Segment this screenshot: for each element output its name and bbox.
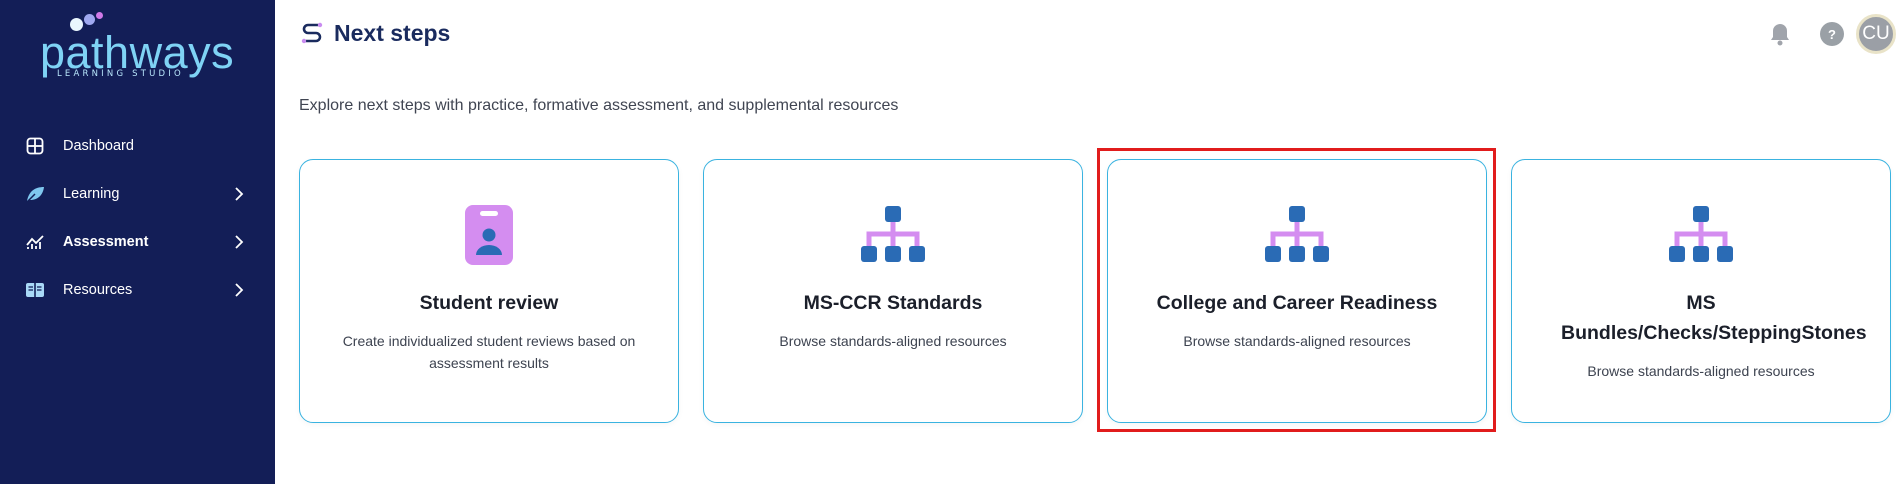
- path-steps-icon: [301, 22, 323, 44]
- chevron-right-icon: [235, 235, 244, 249]
- sidebar-item-label: Learning: [63, 186, 120, 202]
- page-header: Next steps: [300, 0, 450, 66]
- header-actions: ? CU: [1766, 14, 1904, 54]
- card-description: Browse standards-aligned resources: [1587, 363, 1815, 379]
- sidebar: pathways LEARNING STUDIO Dashboard Learn…: [0, 0, 275, 484]
- bell-icon[interactable]: [1766, 20, 1794, 48]
- help-button[interactable]: ?: [1820, 22, 1844, 46]
- main-content: Next steps ? CU Explore next steps with …: [275, 0, 1904, 484]
- card-student-review[interactable]: Student review Create individualized stu…: [299, 159, 679, 423]
- card-description: Create individualized student reviews ba…: [342, 333, 636, 371]
- card-title: Student review: [419, 292, 559, 314]
- sidebar-item-label: Resources: [63, 282, 133, 298]
- logo-subtext: LEARNING STUDIO: [57, 69, 184, 79]
- sidebar-item-learning[interactable]: Learning: [0, 170, 275, 218]
- hierarchy-icon: [860, 204, 926, 266]
- card-ms-bundles[interactable]: MS Bundles/Checks/SteppingStones Browse …: [1511, 159, 1891, 423]
- page-subtitle: Explore next steps with practice, format…: [299, 97, 899, 114]
- sidebar-nav: Dashboard Learning Assessment Resources: [0, 122, 275, 314]
- book-icon: [25, 280, 45, 300]
- sidebar-item-dashboard[interactable]: Dashboard: [0, 122, 275, 170]
- avatar[interactable]: CU: [1856, 14, 1896, 54]
- card-description: Browse standards-aligned resources: [1183, 333, 1411, 349]
- logo-dot: [96, 12, 103, 19]
- card-title: MS Bundles/Checks/SteppingStones: [1561, 292, 1867, 344]
- logo-dot: [84, 14, 95, 25]
- card-ms-ccr-standards[interactable]: MS-CCR Standards Browse standards-aligne…: [703, 159, 1083, 423]
- chevron-right-icon: [235, 283, 244, 297]
- chart-line-icon: [25, 232, 45, 252]
- cards-row: Student review Create individualized stu…: [299, 159, 1891, 423]
- chevron-right-icon: [235, 187, 244, 201]
- sidebar-item-label: Dashboard: [63, 138, 134, 154]
- page-title: Next steps: [334, 19, 451, 46]
- pathways-logo[interactable]: pathways LEARNING STUDIO: [40, 12, 234, 82]
- card-college-career-readiness[interactable]: College and Career Readiness Browse stan…: [1107, 159, 1487, 423]
- id-badge-icon: [456, 204, 522, 266]
- card-description: Browse standards-aligned resources: [779, 333, 1007, 349]
- leaf-icon: [25, 184, 45, 204]
- sidebar-item-label: Assessment: [63, 234, 149, 250]
- card-title: College and Career Readiness: [1156, 292, 1438, 314]
- card-title: MS-CCR Standards: [803, 292, 983, 314]
- dashboard-grid-icon: [25, 136, 45, 156]
- sidebar-item-assessment[interactable]: Assessment: [0, 218, 275, 266]
- hierarchy-icon: [1668, 204, 1734, 266]
- sidebar-item-resources[interactable]: Resources: [0, 266, 275, 314]
- hierarchy-icon: [1264, 204, 1330, 266]
